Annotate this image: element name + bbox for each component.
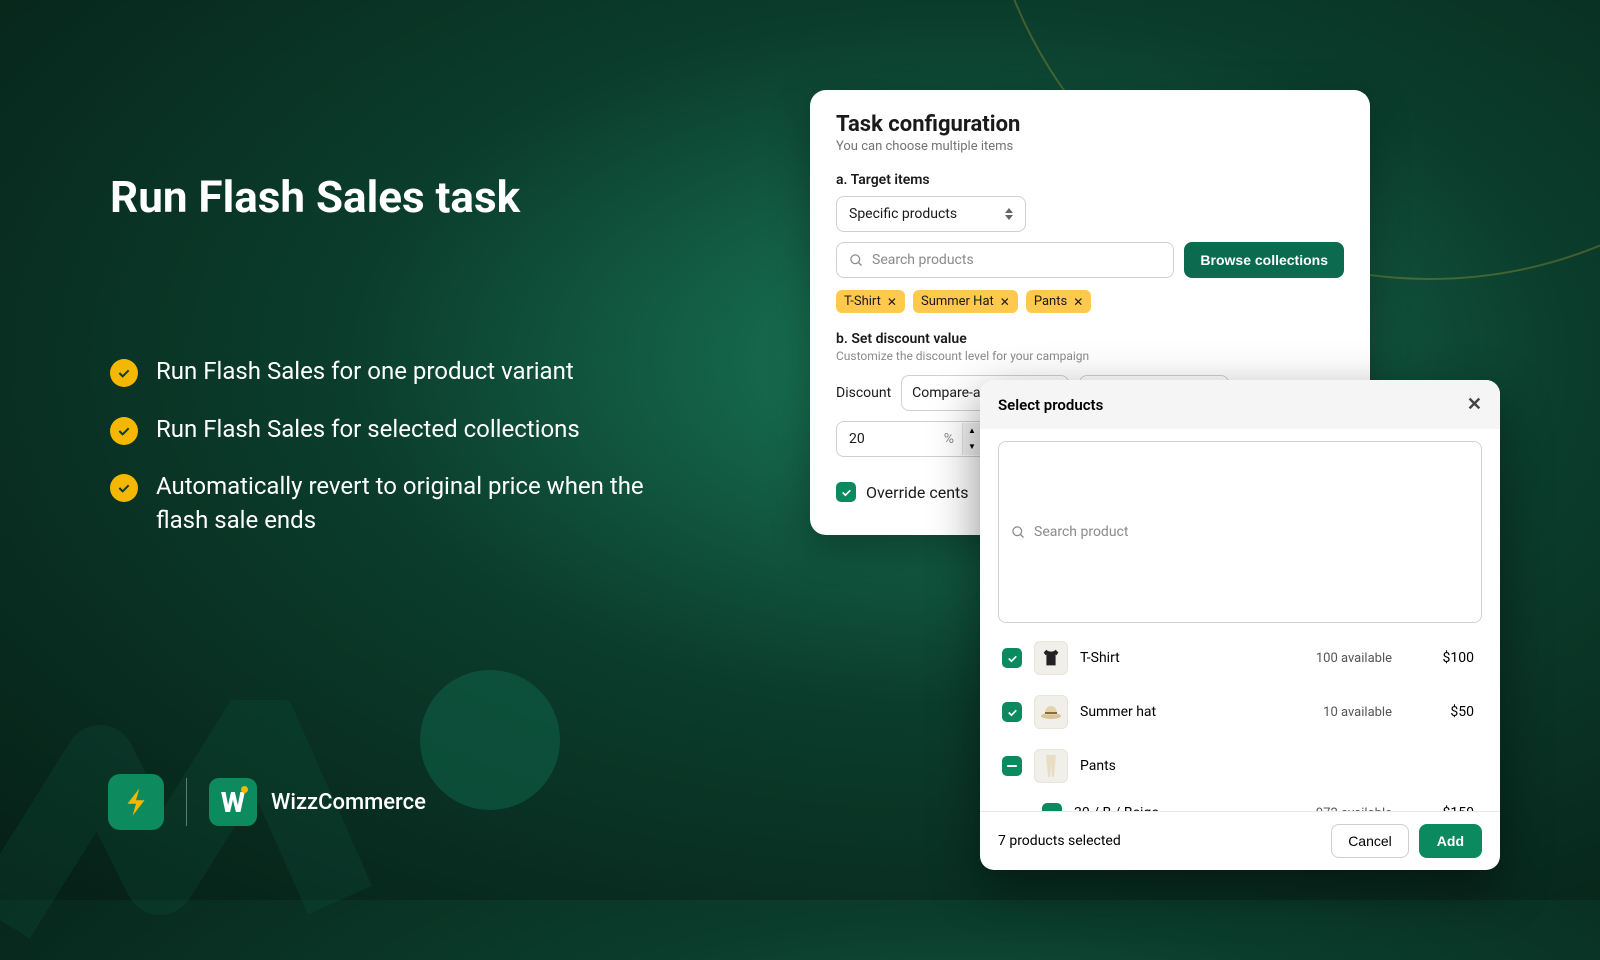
variant-row[interactable]: 30 / B / Beige972 available$150 (998, 793, 1478, 811)
bullet-text: Run Flash Sales for one product variant (156, 355, 574, 389)
step-up-button[interactable]: ▲ (963, 423, 981, 439)
section-b-label: b. Set discount value (836, 331, 1344, 347)
stepper: ▲ ▼ (962, 423, 981, 455)
checkbox-checked[interactable] (1002, 648, 1022, 668)
check-icon (110, 474, 138, 502)
search-placeholder: Search products (872, 252, 974, 268)
selected-count: 7 products selected (998, 833, 1121, 849)
search-placeholder: Search product (1034, 524, 1128, 540)
modal-title: Select products (998, 396, 1103, 414)
bg-circle (420, 670, 560, 810)
tag-label: T-Shirt (844, 294, 881, 309)
bullet-text: Automatically revert to original price w… (156, 470, 690, 537)
product-name: T-Shirt (1080, 650, 1304, 666)
product-row[interactable]: Pants (998, 739, 1478, 793)
checkbox-checked[interactable] (1002, 702, 1022, 722)
brand-label: WizzCommerce (271, 790, 426, 815)
close-icon[interactable]: ✕ (1467, 394, 1482, 415)
discount-label: Discount (836, 385, 891, 401)
bullet-item: Automatically revert to original price w… (110, 470, 690, 537)
select-products-modal: Select products ✕ Search product T-Shirt… (980, 380, 1500, 870)
discount-value: 20 (849, 431, 936, 447)
check-icon (110, 359, 138, 387)
bullets-list: Run Flash Sales for one product variant … (110, 355, 690, 537)
product-thumb-icon (1034, 695, 1068, 729)
checkbox-indeterminate[interactable] (1002, 756, 1022, 776)
product-row[interactable]: T-Shirt 100 available $100 (998, 631, 1478, 685)
search-products-input[interactable]: Search products (836, 242, 1174, 278)
discount-unit: % (944, 431, 954, 447)
product-row[interactable]: Summer hat 10 available $50 (998, 685, 1478, 739)
tag-item[interactable]: Pants ✕ (1026, 290, 1091, 313)
close-icon[interactable]: ✕ (1073, 295, 1083, 309)
cancel-button[interactable]: Cancel (1331, 824, 1409, 858)
section-a-label: a. Target items (836, 172, 1344, 188)
headline: Run Flash Sales task (110, 170, 690, 225)
bullet-item: Run Flash Sales for one product variant (110, 355, 690, 389)
product-available: 100 available (1316, 651, 1392, 666)
card-title: Task configuration (836, 112, 1344, 137)
search-product-input[interactable]: Search product (998, 441, 1482, 623)
override-label: Override cents (866, 483, 969, 502)
product-price: $100 (1424, 650, 1474, 666)
brand-name: W WizzCommerce (209, 778, 426, 826)
add-button[interactable]: Add (1419, 824, 1482, 858)
flash-sale-app-icon (108, 774, 164, 830)
bullet-text: Run Flash Sales for selected collections (156, 413, 580, 447)
check-icon (110, 417, 138, 445)
divider (186, 778, 187, 826)
tag-item[interactable]: Summer Hat ✕ (913, 290, 1018, 313)
step-down-button[interactable]: ▼ (963, 439, 981, 455)
override-cents-checkbox[interactable] (836, 482, 856, 502)
discount-value-input[interactable]: 20 % ▲ ▼ (836, 421, 988, 457)
bullet-item: Run Flash Sales for selected collections (110, 413, 690, 447)
tag-item[interactable]: T-Shirt ✕ (836, 290, 905, 313)
product-price: $50 (1424, 704, 1474, 720)
brand-row: W WizzCommerce (108, 774, 426, 830)
checkbox-checked[interactable] (1042, 803, 1062, 811)
chevron-updown-icon (1005, 208, 1013, 220)
target-items-select[interactable]: Specific products (836, 196, 1026, 232)
tag-label: Summer Hat (921, 294, 994, 309)
card-subtitle: You can choose multiple items (836, 139, 1344, 154)
product-name: Pants (1080, 758, 1380, 774)
search-icon (1011, 525, 1026, 540)
product-thumb-icon (1034, 641, 1068, 675)
product-available: 10 available (1323, 705, 1392, 720)
tag-label: Pants (1034, 294, 1067, 309)
bg-swoosh (0, 700, 380, 960)
target-items-value: Specific products (849, 206, 957, 222)
browse-collections-button[interactable]: Browse collections (1184, 242, 1344, 278)
product-thumb-icon (1034, 749, 1068, 783)
product-name: Summer hat (1080, 704, 1311, 720)
product-list[interactable]: T-Shirt 100 available $100 Summer hat 10 ava… (998, 631, 1482, 811)
section-b-sub: Customize the discount level for your ca… (836, 349, 1344, 363)
search-icon (849, 253, 864, 268)
close-icon[interactable]: ✕ (1000, 295, 1010, 309)
close-icon[interactable]: ✕ (887, 295, 897, 309)
wizzcommerce-logo-icon: W (209, 778, 257, 826)
selected-tags: T-Shirt ✕ Summer Hat ✕ Pants ✕ (836, 290, 1344, 313)
